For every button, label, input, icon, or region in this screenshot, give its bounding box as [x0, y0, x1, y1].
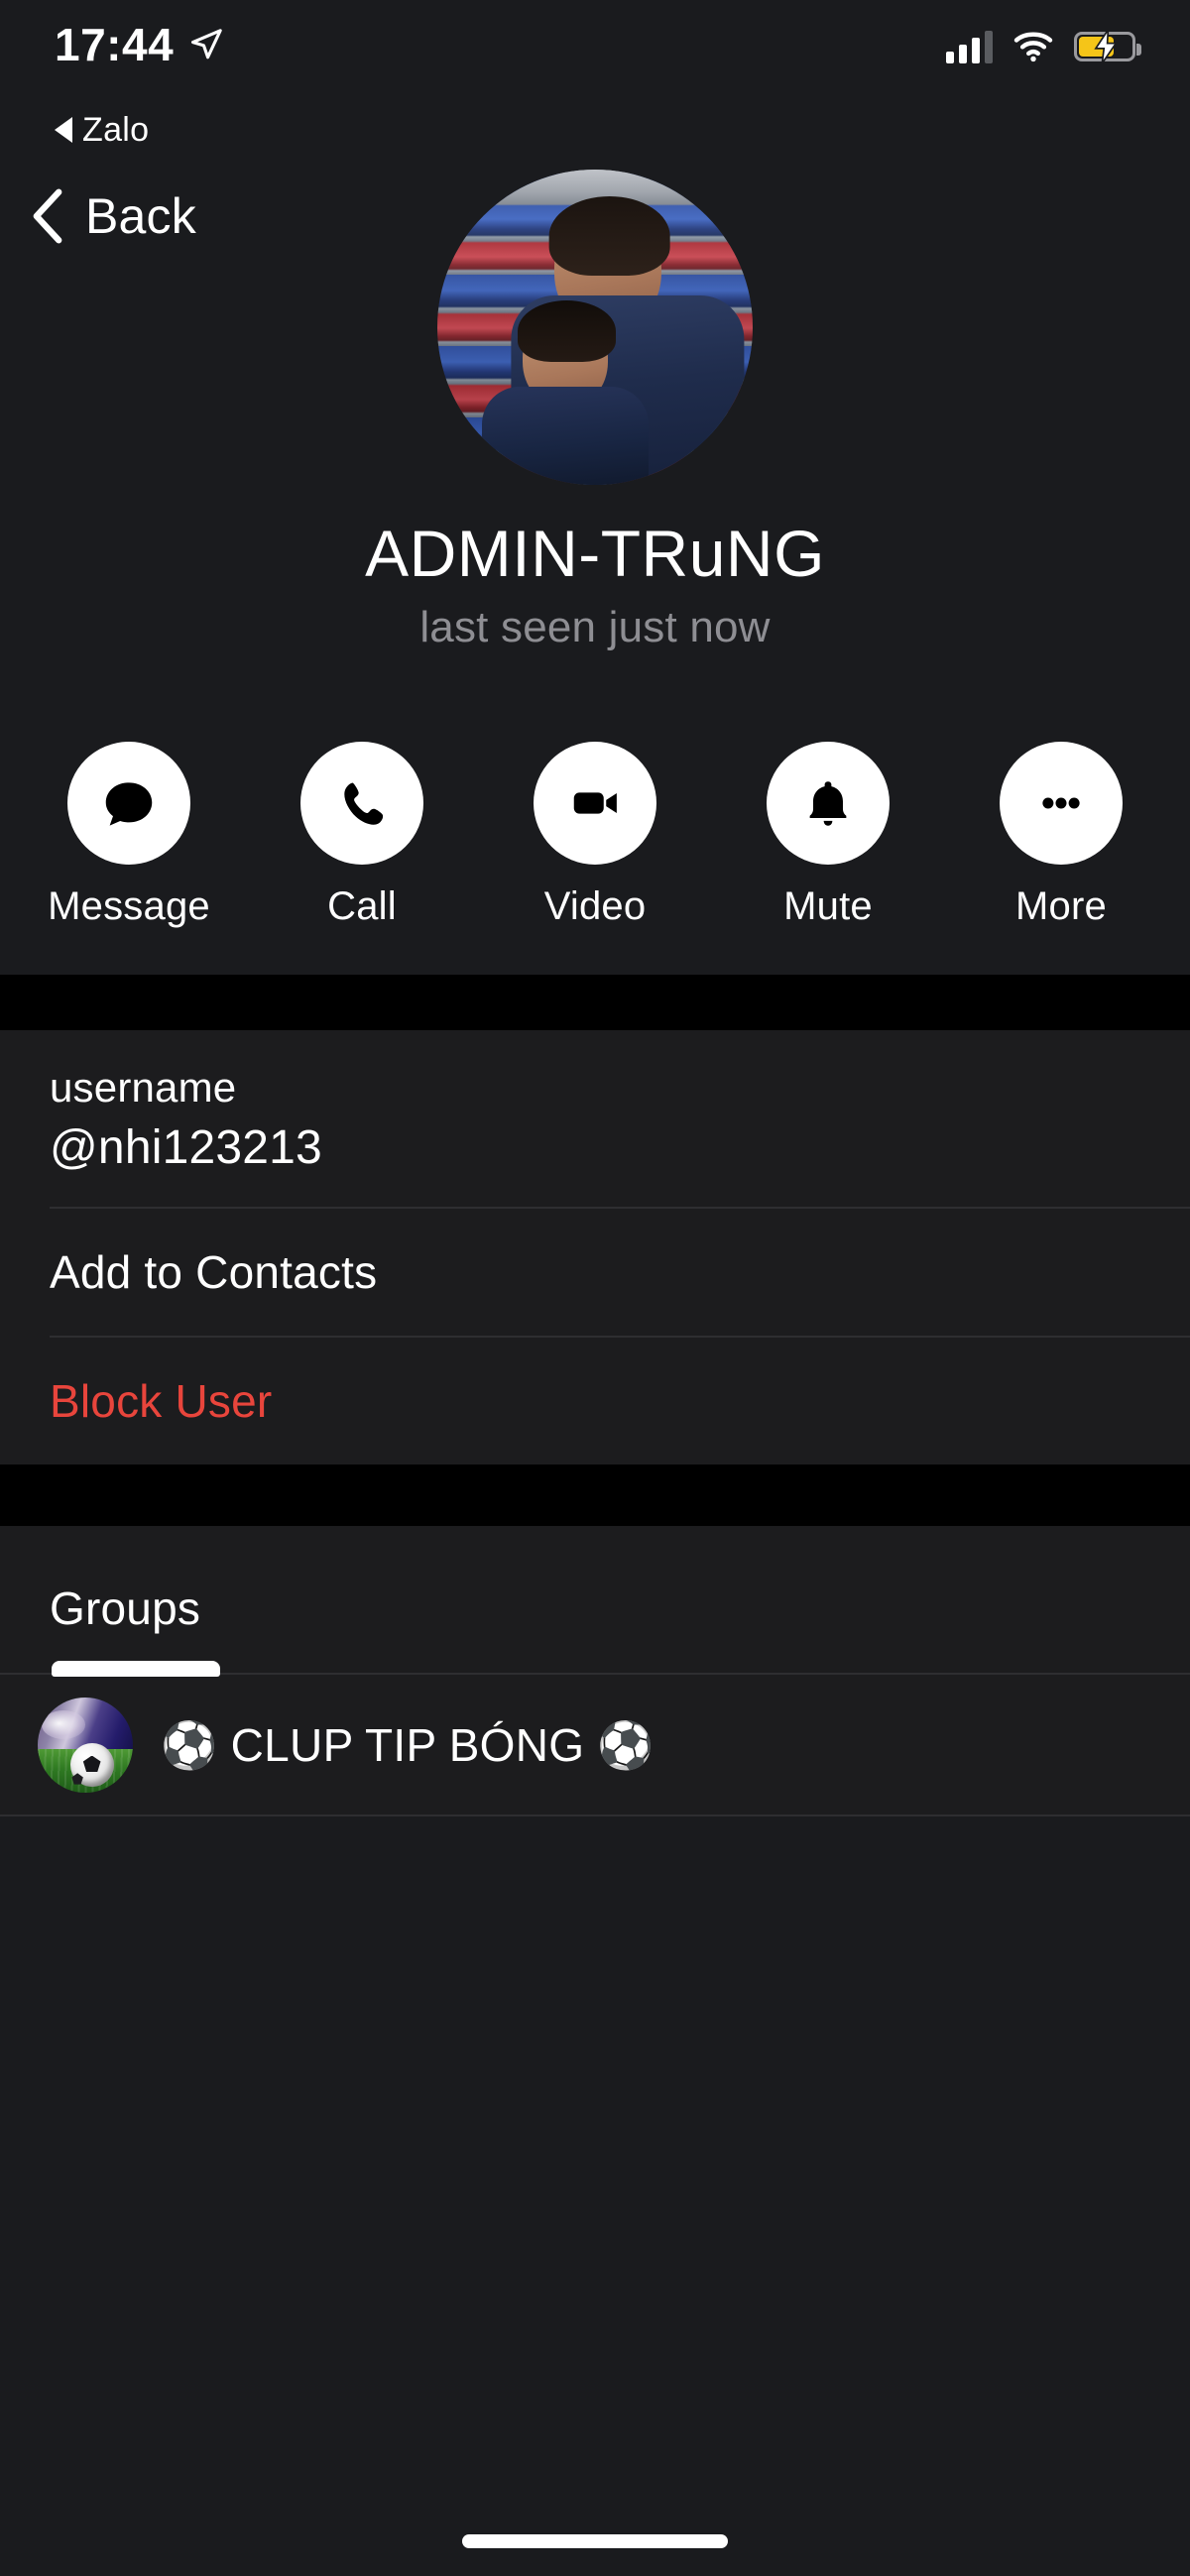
soccer-field-avatar [38, 1698, 133, 1794]
info-section: username @nhi123213 Add to Contacts Bloc… [0, 1030, 1190, 1465]
battery-charging-icon [1074, 26, 1141, 64]
mute-button[interactable]: Mute [751, 742, 905, 929]
message-button-label: Message [48, 884, 210, 929]
phone-icon [300, 742, 423, 866]
mute-button-label: Mute [783, 884, 873, 929]
back-triangle-icon [55, 117, 72, 143]
video-button[interactable]: Video [518, 742, 672, 929]
active-tab-indicator [52, 1661, 220, 1678]
block-user-row[interactable]: Block User [0, 1338, 1190, 1464]
video-camera-icon [534, 742, 656, 866]
username-stack: username @nhi123213 [50, 1030, 322, 1207]
add-to-contacts-row[interactable]: Add to Contacts [0, 1209, 1190, 1336]
avatar-child-body [481, 387, 649, 485]
location-arrow-icon [189, 28, 223, 61]
avatar[interactable] [437, 170, 753, 485]
groups-title: Groups [50, 1582, 201, 1635]
status-bar: 17:44 [0, 0, 1190, 104]
action-button-row: Message Call Video Mute More [0, 680, 1190, 976]
home-indicator-area [0, 2507, 1190, 2576]
video-button-label: Video [543, 884, 647, 929]
status-bar-left: 17:44 [55, 22, 223, 67]
avatar-child-hair [518, 299, 617, 362]
chat-bubble-icon [67, 742, 190, 866]
username-value: @nhi123213 [50, 1120, 322, 1174]
call-button[interactable]: Call [285, 742, 439, 929]
section-separator-bottom [0, 1464, 1190, 1527]
avatar-adult-hair [548, 196, 670, 277]
message-button[interactable]: Message [48, 742, 210, 929]
back-button[interactable]: Back [0, 177, 226, 255]
more-button[interactable]: More [984, 742, 1138, 929]
status-bar-right [946, 22, 1141, 64]
username-row[interactable]: username @nhi123213 [0, 1030, 1190, 1207]
wifi-icon [1012, 30, 1054, 63]
ellipsis-icon [1000, 742, 1123, 866]
groups-section: Groups ⚽ CLUP TIP BÓNG ⚽ [0, 1526, 1190, 1817]
groups-tab-separator [0, 1661, 1190, 1678]
group-name-label: ⚽ CLUP TIP BÓNG ⚽ [161, 1718, 655, 1771]
avatar-soccer-ball [69, 1743, 114, 1788]
more-button-label: More [1015, 884, 1107, 929]
profile-status: last seen just now [419, 603, 771, 652]
bell-icon [767, 742, 890, 866]
cellular-signal-icon [946, 30, 993, 63]
return-to-app-label: Zalo [82, 110, 150, 149]
block-user-label: Block User [50, 1375, 273, 1428]
empty-content-area [0, 1816, 1190, 2507]
return-to-app-button[interactable]: Zalo [0, 104, 1190, 156]
page-title: ADMIN-TRuNG [365, 517, 825, 590]
section-separator-top [0, 975, 1190, 1031]
chevron-left-icon [28, 188, 67, 244]
call-button-label: Call [327, 884, 397, 929]
list-item[interactable]: ⚽ CLUP TIP BÓNG ⚽ [0, 1676, 1190, 1815]
phone-screen: 17:44 Zalo Back ADMIN-TRuNG last seen ju… [0, 0, 1190, 2576]
profile-header: Back ADMIN-TRuNG last seen just now [0, 156, 1190, 681]
username-label: username [50, 1064, 237, 1112]
status-bar-clock: 17:44 [55, 19, 175, 70]
back-button-label: Back [85, 188, 196, 244]
add-to-contacts-label: Add to Contacts [50, 1246, 378, 1299]
home-indicator-bar[interactable] [462, 2534, 728, 2548]
